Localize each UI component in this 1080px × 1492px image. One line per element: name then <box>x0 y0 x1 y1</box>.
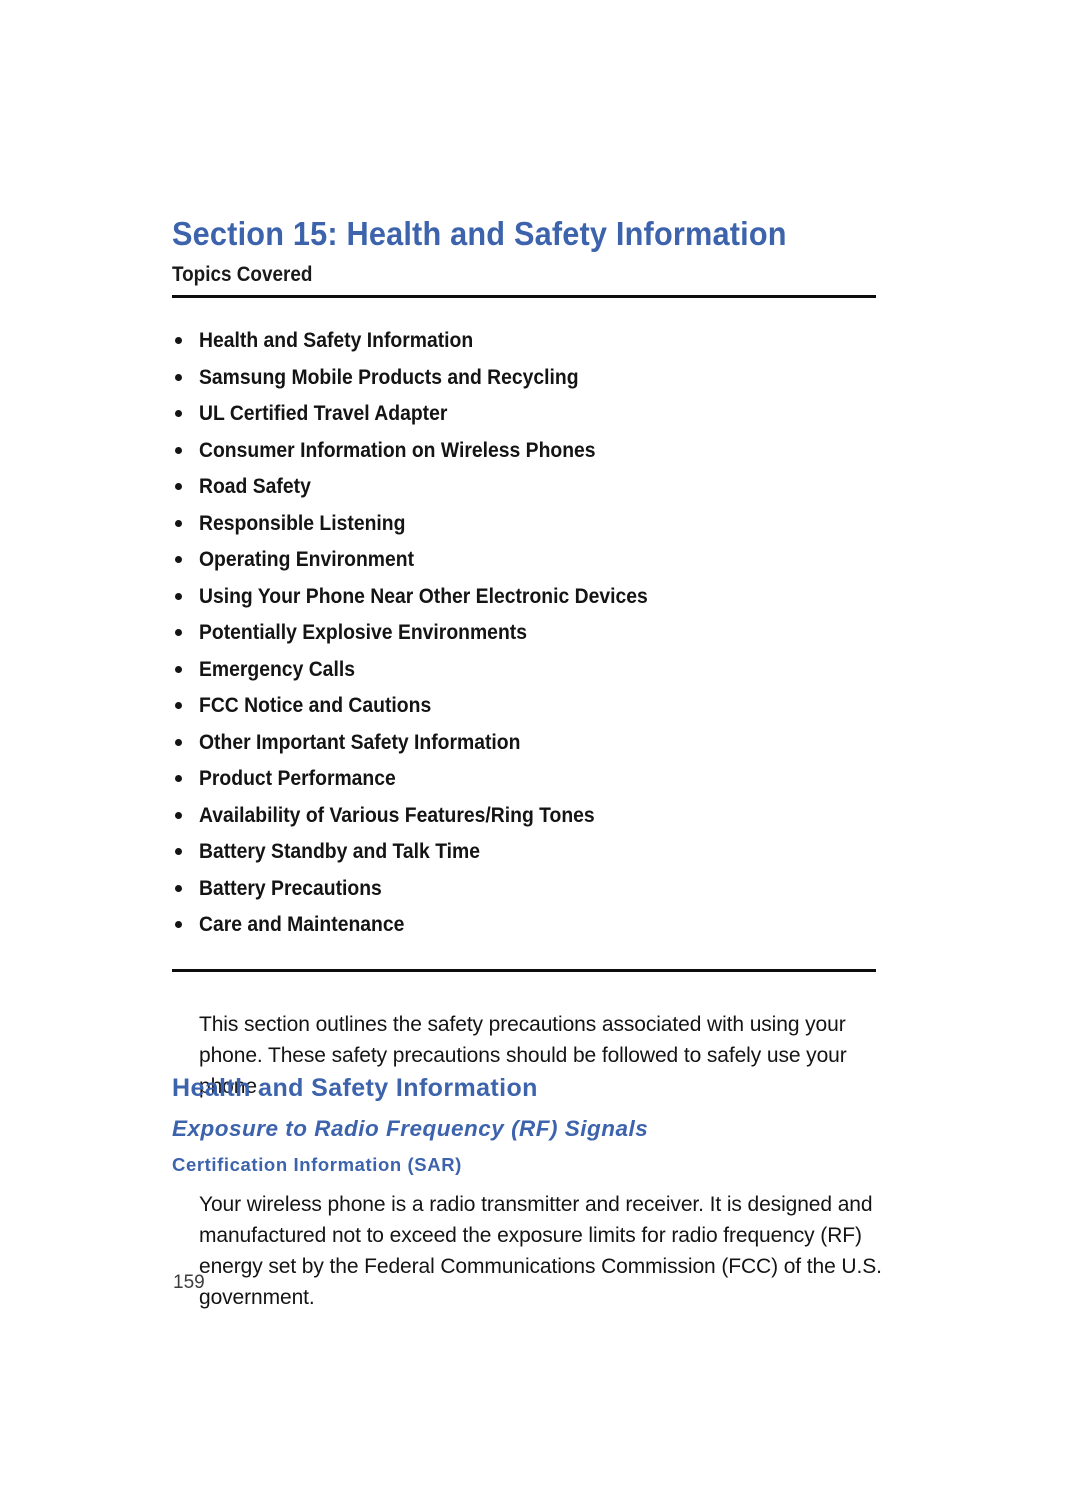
bullet-icon <box>175 483 182 490</box>
list-item: Other Important Safety Information <box>172 728 876 765</box>
list-item: Road Safety <box>172 472 876 509</box>
list-item: Battery Precautions <box>172 874 876 911</box>
list-item-label: Product Performance <box>199 766 396 790</box>
list-item-label: Responsible Listening <box>199 510 406 535</box>
bullet-icon <box>175 556 182 563</box>
list-item-label: FCC Notice and Cautions <box>199 693 432 717</box>
list-item: Responsible Listening <box>172 509 876 546</box>
bullet-icon <box>175 884 182 892</box>
bullet-icon <box>175 848 182 855</box>
bullet-icon <box>175 446 182 454</box>
list-item-label: UL Certified Travel Adapter <box>199 401 448 425</box>
list-item-label: Road Safety <box>199 474 311 498</box>
bullet-icon <box>175 337 182 344</box>
list-item: Using Your Phone Near Other Electronic D… <box>172 582 876 619</box>
bullet-icon <box>175 410 182 417</box>
list-item: Samsung Mobile Products and Recycling <box>172 363 876 400</box>
list-item: Potentially Explosive Environments <box>172 618 876 655</box>
document-page: Section 15: Health and Safety Informatio… <box>0 0 1080 1492</box>
list-item: Emergency Calls <box>172 655 876 692</box>
bullet-icon <box>175 702 182 709</box>
list-item: Battery Standby and Talk Time <box>172 837 876 874</box>
list-item: Product Performance <box>172 764 876 801</box>
divider-top <box>172 295 876 298</box>
list-item-label: Consumer Information on Wireless Phones <box>199 437 596 462</box>
topics-covered-label: Topics Covered <box>172 263 313 286</box>
list-item-label: Samsung Mobile Products and Recycling <box>199 364 579 389</box>
bullet-icon <box>175 665 182 673</box>
list-item-label: Battery Standby and Talk Time <box>199 839 481 863</box>
bullet-icon <box>175 373 182 381</box>
list-item-label: Operating Environment <box>199 547 415 571</box>
list-item: Consumer Information on Wireless Phones <box>172 436 876 473</box>
list-item-label: Health and Safety Information <box>199 328 474 352</box>
list-item: Operating Environment <box>172 545 876 582</box>
list-item: UL Certified Travel Adapter <box>172 399 876 436</box>
sar-paragraph: Your wireless phone is a radio transmitt… <box>199 1193 882 1309</box>
heading-exposure-to-rf-signals: Exposure to Radio Frequency (RF) Signals <box>172 1115 649 1141</box>
list-item-label: Other Important Safety Information <box>199 729 521 754</box>
bullet-icon <box>175 921 182 928</box>
page-title: Section 15: Health and Safety Informatio… <box>172 215 787 253</box>
list-item-label: Emergency Calls <box>199 656 355 681</box>
heading-certification-information-sar: Certification Information (SAR) <box>172 1153 462 1175</box>
list-item-label: Using Your Phone Near Other Electronic D… <box>199 583 648 608</box>
list-item: Health and Safety Information <box>172 326 876 363</box>
topics-list: Health and Safety Information Samsung Mo… <box>172 326 876 947</box>
list-item-label: Battery Precautions <box>199 875 382 900</box>
list-item-label: Availability of Various Features/Ring To… <box>199 802 595 827</box>
list-item-label: Care and Maintenance <box>199 912 405 936</box>
bullet-icon <box>175 592 182 600</box>
list-item: Care and Maintenance <box>172 910 876 947</box>
bullet-icon <box>175 811 182 819</box>
divider-bottom <box>172 969 876 972</box>
bullet-icon <box>175 738 182 746</box>
bullet-icon <box>175 629 182 636</box>
list-item-label: Potentially Explosive Environments <box>199 620 527 644</box>
bullet-icon <box>175 775 182 782</box>
heading-health-and-safety-information: Health and Safety Information <box>172 1073 538 1102</box>
bullet-icon <box>175 519 182 527</box>
page-number: 159 <box>173 1272 205 1293</box>
list-item: Availability of Various Features/Ring To… <box>172 801 876 838</box>
list-item: FCC Notice and Cautions <box>172 691 876 728</box>
